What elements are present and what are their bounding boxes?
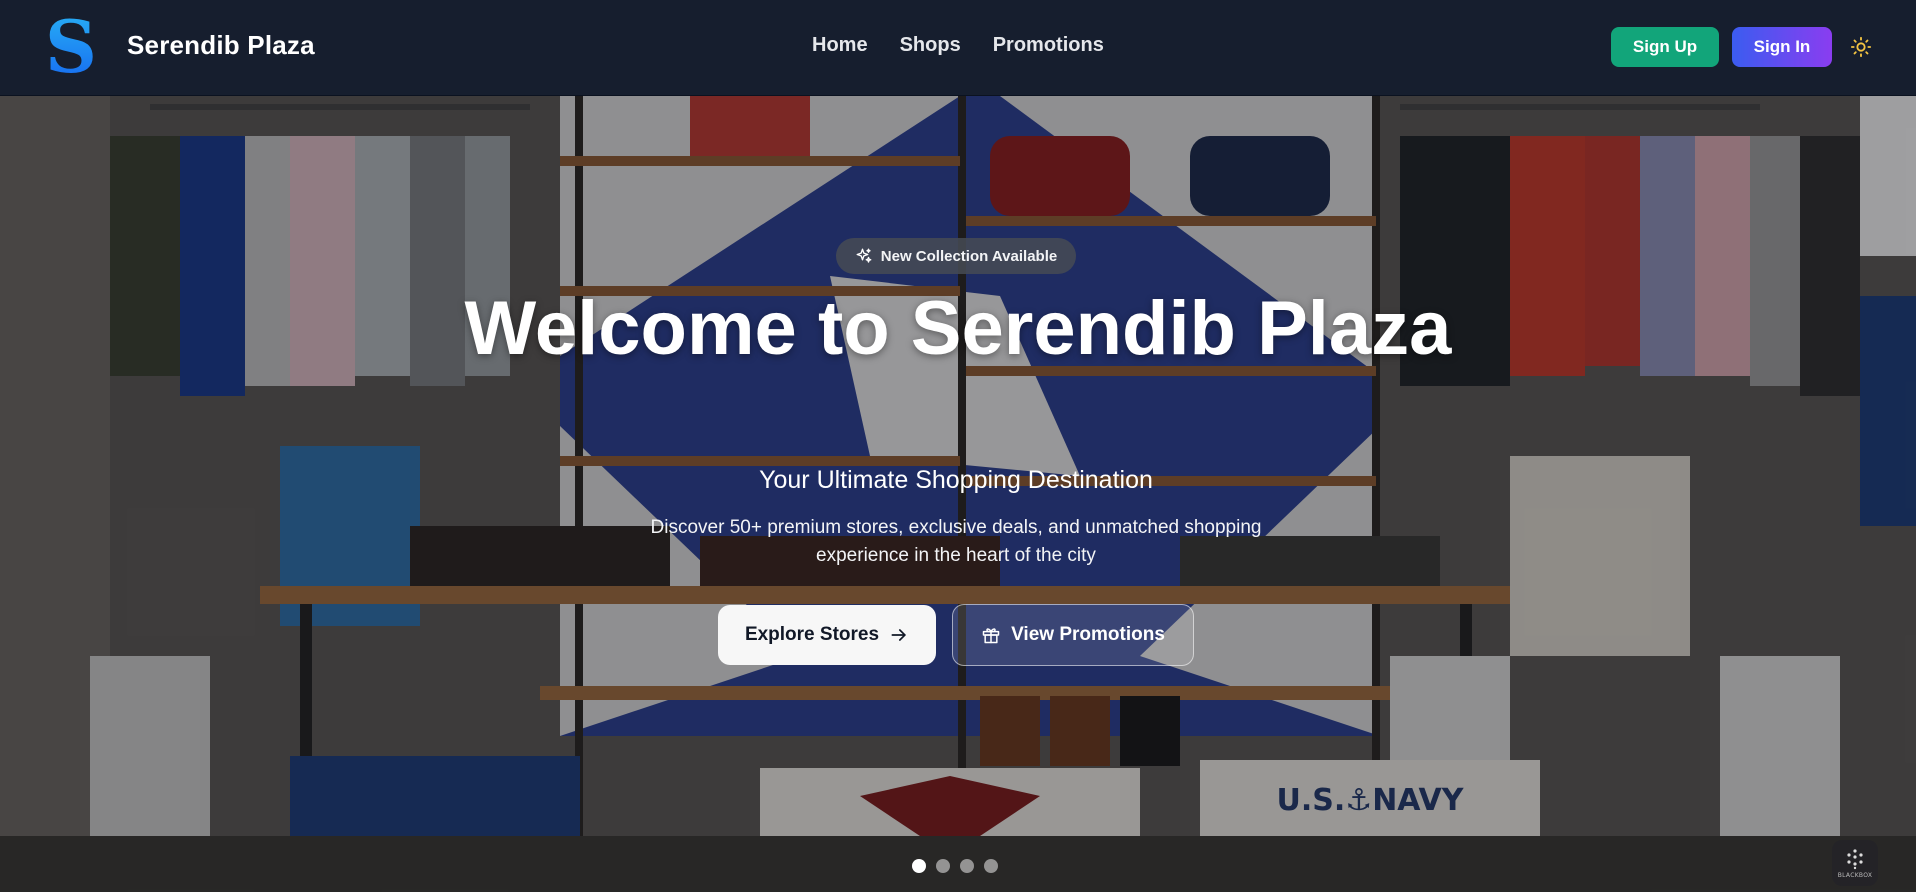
hero-description: Discover 50+ premium stores, exclusive d… xyxy=(650,517,1262,566)
gift-icon xyxy=(982,628,1000,644)
nav-link-shops[interactable]: Shops xyxy=(900,34,961,57)
hero-title: Welcome to Serendib Plaza xyxy=(464,286,1452,371)
sign-up-button[interactable]: Sign Up xyxy=(1611,27,1719,67)
brand-name[interactable]: Serendib Plaza xyxy=(127,30,315,61)
serendib-s-logo-icon[interactable]: S xyxy=(46,12,96,82)
explore-stores-button[interactable]: Explore Stores xyxy=(718,605,936,665)
carousel-dot-4[interactable] xyxy=(984,859,998,873)
hero-subtitle: Your Ultimate Shopping Destination xyxy=(759,466,1153,494)
sun-icon[interactable] xyxy=(1850,36,1872,58)
sparkles-icon xyxy=(856,248,872,263)
carousel-indicators xyxy=(912,859,998,873)
main-nav: Home Shops Promotions xyxy=(812,34,1104,57)
navbar: S Serendib Plaza Home Shops Promotions S… xyxy=(0,0,1916,96)
svg-text:S: S xyxy=(46,12,96,82)
blackbox-icon xyxy=(1847,848,1863,869)
arrow-right-icon xyxy=(891,629,906,641)
blackbox-label: BLACKBOX xyxy=(1837,871,1873,879)
new-collection-badge[interactable]: New Collection Available xyxy=(836,238,1076,274)
sign-in-button[interactable]: Sign In xyxy=(1732,27,1832,67)
carousel-dot-2[interactable] xyxy=(936,859,950,873)
hero-section: U.S.⚓NAVY New Collection Available Welco… xyxy=(0,96,1916,892)
nav-link-home[interactable]: Home xyxy=(812,34,868,57)
carousel-dot-3[interactable] xyxy=(960,859,974,873)
view-promotions-label: View Promotions xyxy=(1011,624,1165,645)
blackbox-widget[interactable]: BLACKBOX xyxy=(1832,840,1878,886)
explore-stores-label: Explore Stores xyxy=(744,624,880,645)
view-promotions-button[interactable]: View Promotions xyxy=(952,604,1194,666)
nav-link-promotions[interactable]: Promotions xyxy=(993,34,1104,57)
carousel-dot-1[interactable] xyxy=(912,859,926,873)
badge-label: New Collection Available xyxy=(880,247,1058,265)
